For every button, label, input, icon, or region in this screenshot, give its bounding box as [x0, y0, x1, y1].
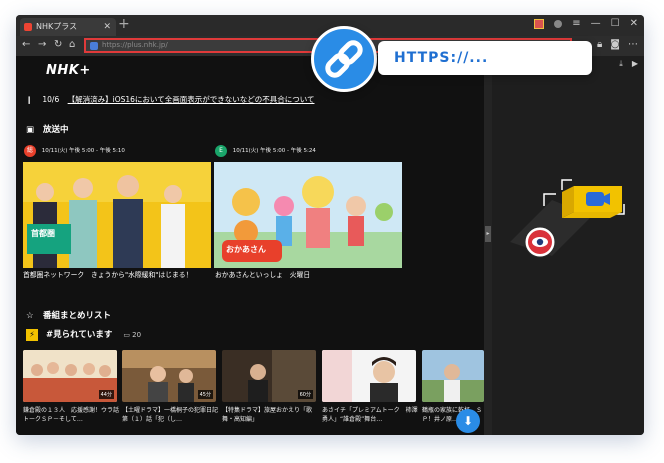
- trending-count: 20: [132, 331, 142, 339]
- now-airing-title: 放送中: [42, 125, 69, 135]
- video-caption-2[interactable]: 【土曜ドラマ】一橋桐子の犯罪日記 第（１）話「犯（し…: [122, 406, 218, 424]
- duration-badge-3: 60分: [297, 390, 313, 399]
- download-arrow-icon: ⬇: [462, 414, 474, 428]
- gift-icon[interactable]: [534, 19, 545, 29]
- nhk-favicon-icon: [24, 23, 32, 31]
- home-icon[interactable]: ⌂: [69, 39, 75, 50]
- site-favicon-icon: [90, 42, 98, 50]
- program-thumbnail-1[interactable]: 首都圏: [23, 162, 211, 268]
- channel-logo-e: E: [215, 144, 227, 157]
- lock-icon[interactable]: 🔒︎: [597, 39, 602, 50]
- url-text: https://plus.nhk.jp/: [102, 41, 168, 49]
- video-thumbnail-4[interactable]: [322, 350, 416, 402]
- channel-time-2: 10/11(火) 午後 5:00 - 午後 5:24: [232, 148, 316, 154]
- trending-count-group: ▭ 20: [123, 331, 141, 339]
- minimize-icon[interactable]: —: [591, 18, 601, 30]
- trending-heading[interactable]: ⚡ #見られています ▭ 20: [26, 328, 141, 341]
- program-logo-text-1: 首都圏: [31, 229, 55, 238]
- collapse-handle-icon[interactable]: ▸: [485, 226, 491, 242]
- program-caption-1[interactable]: 首都圏ネットワーク きょうから"水際緩和"はじまる！: [23, 270, 213, 280]
- new-tab-button[interactable]: +: [118, 16, 130, 32]
- program-thumbnail-2[interactable]: おかあさん: [214, 162, 402, 268]
- video-thumbnail-1[interactable]: 44分: [23, 350, 117, 402]
- menu-icon[interactable]: ≡: [572, 18, 580, 30]
- thumbnail-image-5: [422, 350, 484, 402]
- https-url-label: HTTPS://...: [378, 41, 592, 75]
- camera-icon[interactable]: ◙: [610, 39, 620, 50]
- video-thumbnail-3[interactable]: 60分: [222, 350, 316, 402]
- program-logo-text-2: おかあさん: [226, 245, 266, 254]
- video-detect-illustration: [510, 179, 625, 258]
- video-thumbnail-5[interactable]: [422, 350, 484, 402]
- maximize-icon[interactable]: ☐: [611, 18, 620, 30]
- duration-badge-1: 44分: [98, 390, 114, 399]
- download-panel: ⤓ ▶: [492, 56, 644, 435]
- video-caption-1[interactable]: 鎌倉殿の１３人 応援感謝！ウラ話トークＳＰ－そして…: [23, 406, 119, 424]
- close-window-icon[interactable]: ✕: [630, 18, 638, 30]
- download-icon[interactable]: ⤓: [619, 59, 623, 69]
- channel-info-2: E 10/11(火) 午後 5:00 - 午後 5:24: [215, 144, 316, 158]
- program-list-title: 番組まとめリスト: [42, 311, 111, 321]
- back-icon[interactable]: ←: [22, 39, 30, 50]
- channel-logo-general: 総: [24, 144, 36, 157]
- web-page: NHK+ ❙ 10/6 【解消済み】iOS16において全画面表示ができないなどの…: [16, 56, 484, 435]
- news-icon: ❙: [26, 95, 33, 104]
- trending-badge-icon: ⚡: [26, 328, 38, 341]
- news-banner[interactable]: ❙ 10/6 【解消済み】iOS16において全画面表示ができないなどの不具合につ…: [26, 91, 482, 109]
- tab-title: NHKプラス: [36, 22, 78, 31]
- reload-icon[interactable]: ↻: [54, 39, 62, 50]
- news-date: 10/6: [42, 95, 60, 104]
- nhk-plus-logo[interactable]: NHK+: [46, 63, 91, 78]
- playlist-icon: ▭: [123, 331, 133, 339]
- program-list-heading: ☆ 番組まとめリスト: [26, 309, 111, 321]
- channel-time-1: 10/11(火) 午後 5:00 - 午後 5:10: [41, 148, 125, 154]
- video-caption-4[interactable]: あさイチ「プレミアムトーク 柿澤勇人」“誰倉殿”舞台…: [322, 406, 418, 424]
- duration-badge-2: 45分: [197, 390, 213, 399]
- video-thumbnail-2[interactable]: 45分: [122, 350, 216, 402]
- close-tab-icon[interactable]: ✕: [103, 18, 111, 36]
- now-airing-heading: ▣ 放送中: [26, 123, 68, 135]
- news-hosts-image: [23, 162, 211, 268]
- news-text: 【解消済み】iOS16において全画面表示ができないなどの不具合について: [67, 95, 315, 104]
- trending-title: #見られています: [45, 330, 113, 340]
- toolbar-right: 🔒︎ ◙ ⋯: [597, 39, 638, 50]
- program-caption-2[interactable]: おかあさんといっしょ 火曜日: [215, 270, 405, 280]
- forward-panel-icon[interactable]: ▶: [632, 59, 638, 69]
- more-icon[interactable]: ⋯: [628, 39, 638, 50]
- star-icon: ☆: [26, 311, 34, 321]
- download-button[interactable]: ⬇: [456, 409, 480, 433]
- forward-icon[interactable]: →: [38, 39, 46, 50]
- panel-toolbar: ⤓ ▶: [619, 59, 638, 69]
- link-icon-badge: [311, 26, 377, 92]
- video-caption-3[interactable]: 【特集ドラマ】旅屋おかえり「歌舞・高知編」: [222, 406, 318, 424]
- profile-icon[interactable]: [554, 20, 563, 28]
- window-controls: ≡ — ☐ ✕: [534, 18, 638, 30]
- channel-info-1: 総 10/11(火) 午後 5:00 - 午後 5:10: [24, 144, 125, 158]
- tv-icon: ▣: [26, 125, 35, 135]
- panel-divider[interactable]: ▸: [484, 56, 492, 435]
- link-chain-icon: [325, 40, 363, 78]
- thumbnail-image-4: [322, 350, 416, 402]
- tab-nhk-plus[interactable]: NHKプラス ✕: [20, 18, 116, 36]
